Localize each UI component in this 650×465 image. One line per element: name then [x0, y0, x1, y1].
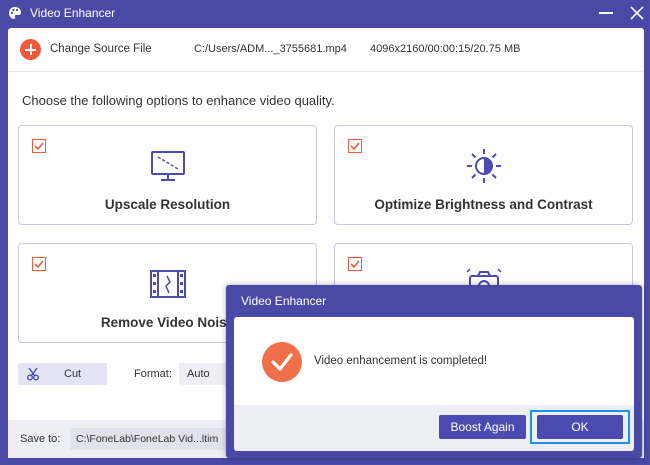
option-brightness-contrast[interactable]: Optimize Brightness and Contrast: [334, 125, 633, 225]
video-enhancer-window: Video Enhancer Change Source File C:/Use…: [0, 0, 650, 465]
source-file-info: 4096x2160/00:00:15/20.75 MB: [370, 43, 521, 55]
palette-icon: [9, 7, 21, 19]
window-title: Video Enhancer: [30, 6, 116, 20]
instruction-text: Choose the following options to enhance …: [22, 93, 335, 108]
option-label: Upscale Resolution: [104, 197, 231, 212]
check-icon: [350, 260, 360, 269]
dialog-button-bar: Boost Again OK: [234, 405, 634, 451]
dialog-title: Video Enhancer: [241, 294, 327, 308]
format-label: Format:: [134, 368, 172, 380]
dialog-message-area: Video enhancement is completed!: [234, 317, 634, 405]
dialog-message: Video enhancement is completed!: [314, 355, 488, 367]
minimize-button[interactable]: [599, 12, 613, 14]
cut-label: Cut: [64, 368, 82, 380]
ok-button-highlight: OK: [530, 410, 630, 444]
source-bar: Change Source File C:/Users/ADM..._37556…: [8, 28, 644, 72]
source-file-path: C:/Users/ADM..._3755681.mp4: [194, 43, 347, 55]
check-icon: [34, 142, 44, 151]
check-icon: [350, 142, 360, 151]
completion-dialog: Video Enhancer Video enhancement is comp…: [226, 285, 642, 458]
dialog-body: Video enhancement is completed! Boost Ag…: [234, 317, 634, 451]
option-label: Optimize Brightness and Contrast: [374, 197, 593, 212]
close-icon[interactable]: [628, 4, 646, 22]
brightness-checkbox[interactable]: [348, 139, 362, 153]
add-icon[interactable]: [20, 39, 41, 60]
shaking-checkbox[interactable]: [348, 257, 362, 271]
save-path-text: C:\FoneLab\FoneLab Vid...ltim: [76, 433, 219, 445]
ok-button[interactable]: OK: [537, 415, 623, 439]
success-check-icon: [262, 342, 302, 382]
brightness-icon: [466, 149, 501, 183]
check-icon: [34, 260, 44, 269]
boost-again-button[interactable]: Boost Again: [439, 415, 526, 439]
scissors-icon: [27, 367, 39, 381]
noise-checkbox[interactable]: [32, 257, 46, 271]
title-bar: Video Enhancer: [0, 0, 650, 28]
film-icon: [149, 270, 186, 298]
save-to-label: Save to:: [20, 433, 61, 445]
format-value: Auto: [187, 368, 210, 380]
cut-button[interactable]: Cut: [18, 363, 107, 385]
option-upscale-resolution[interactable]: Upscale Resolution: [18, 125, 317, 225]
upscale-checkbox[interactable]: [32, 139, 46, 153]
change-source-button[interactable]: Change Source File: [50, 43, 152, 55]
save-path-field[interactable]: C:\FoneLab\FoneLab Vid...ltim: [70, 428, 240, 450]
monitor-icon: [150, 151, 185, 181]
